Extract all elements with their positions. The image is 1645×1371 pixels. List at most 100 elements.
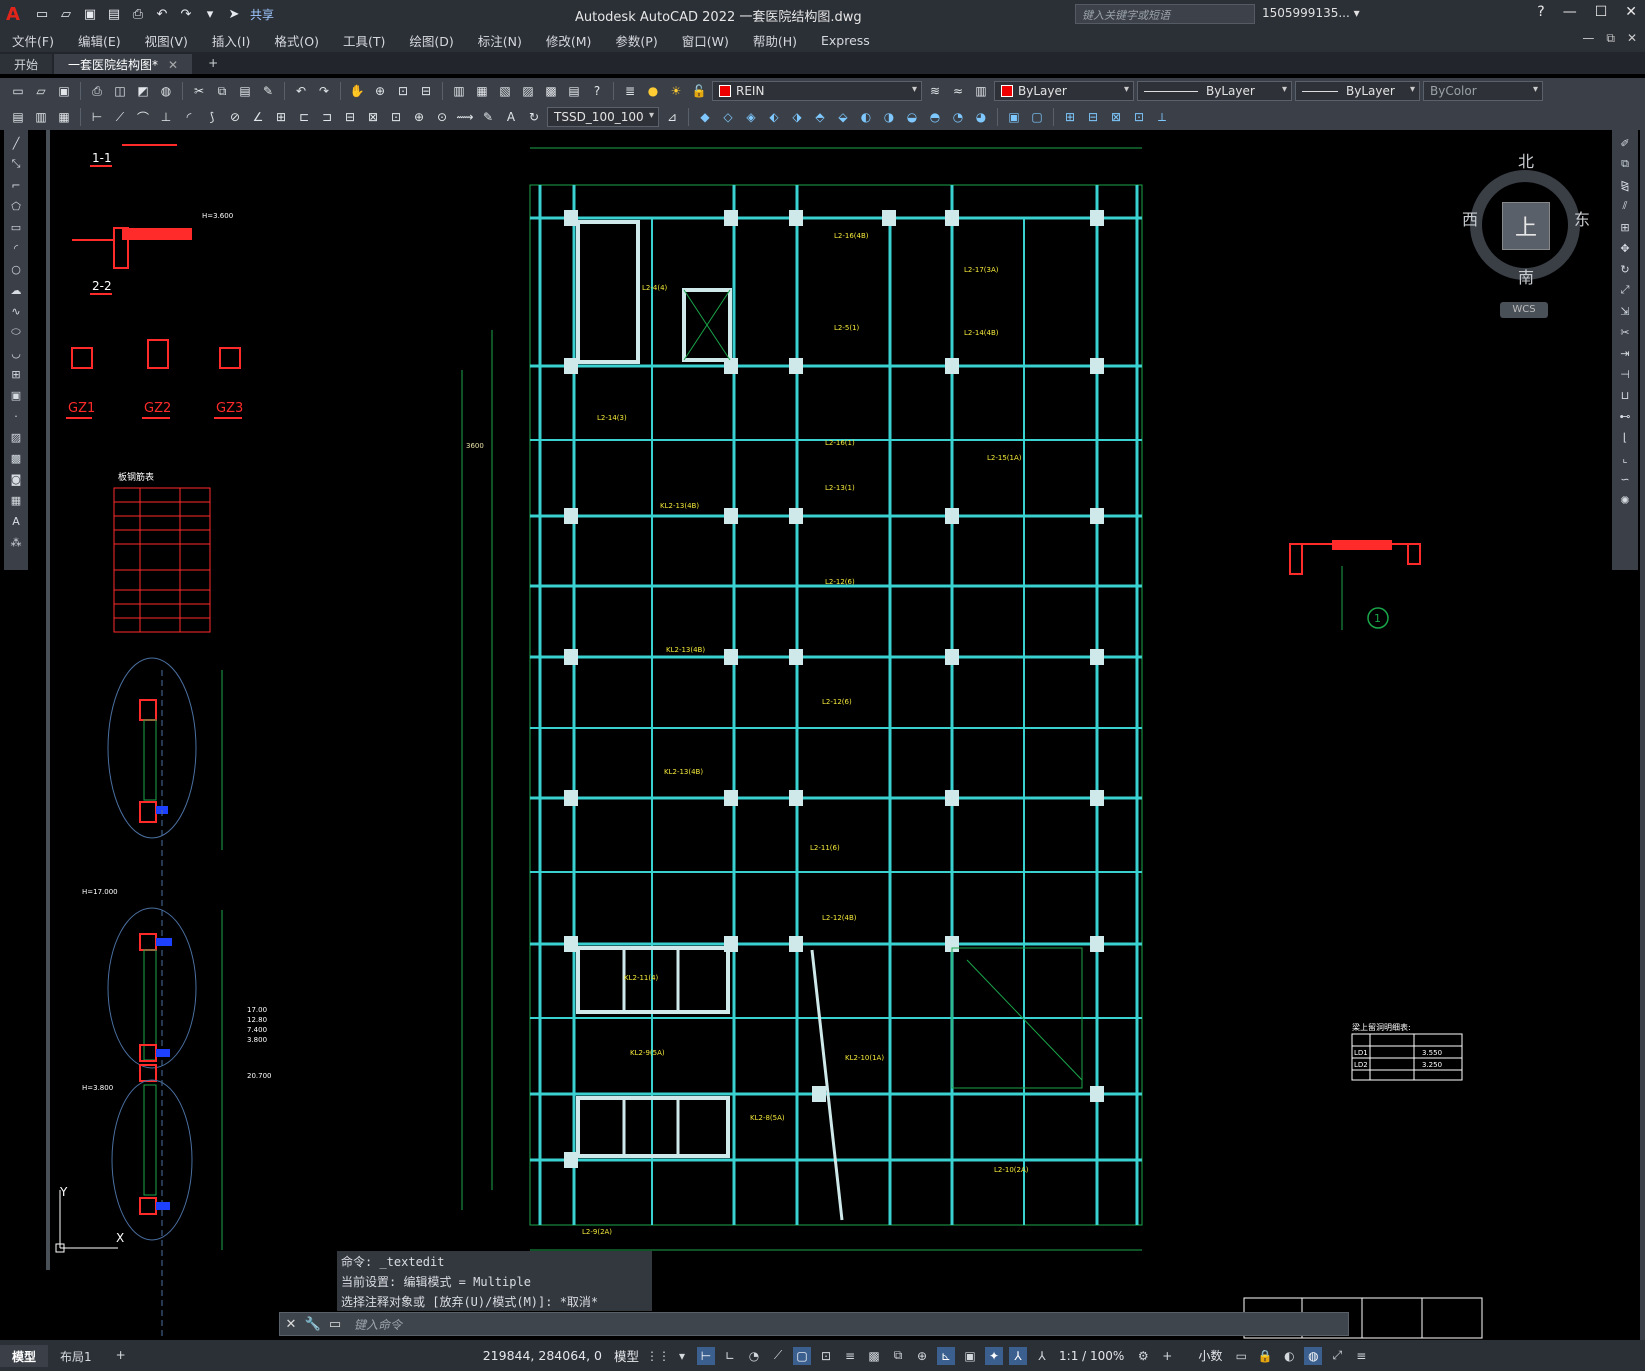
compass-east[interactable]: 东	[1574, 206, 1590, 230]
search-input[interactable]: 键入关键字或短语	[1075, 4, 1255, 24]
array-icon[interactable]: ⊞	[1616, 218, 1634, 236]
doc-close-icon[interactable]: ✕	[1627, 31, 1637, 46]
gradient-icon[interactable]: ▩	[7, 449, 25, 467]
modify-icon-10[interactable]: ◒	[902, 107, 922, 127]
layer-lock-icon[interactable]: 🔓	[689, 81, 709, 101]
transparency-icon[interactable]: ▩	[865, 1347, 883, 1365]
doc-minimize-icon[interactable]: —	[1582, 31, 1594, 46]
line-icon[interactable]: ╱	[7, 134, 25, 152]
model-space-toggle[interactable]: 模型	[614, 1346, 639, 1365]
left-scroll-strip[interactable]	[46, 130, 50, 1270]
modify-icon-15[interactable]: ▢	[1027, 107, 1047, 127]
help-button-icon[interactable]: ?	[587, 81, 607, 101]
tolerance-icon[interactable]: ⊡	[386, 107, 406, 127]
pan-icon[interactable]: ✋	[347, 81, 367, 101]
layout1-tab[interactable]: 布局1	[48, 1345, 104, 1367]
baseline-dim-icon[interactable]: ⊏	[294, 107, 314, 127]
menu-dimension[interactable]: 标注(N)	[466, 31, 534, 50]
customize-command-icon[interactable]: 🔧	[302, 1317, 324, 1332]
recent-commands-icon[interactable]: ▭	[324, 1317, 346, 1332]
menu-view[interactable]: 视图(V)	[133, 31, 200, 50]
annotation-monitor-icon[interactable]: +	[1158, 1347, 1176, 1365]
calculator-icon[interactable]: ▤	[564, 81, 584, 101]
new-tab-button[interactable]: +	[194, 54, 232, 74]
spline-icon[interactable]: ∿	[7, 302, 25, 320]
object-snap-tracking-icon[interactable]: ▢	[793, 1346, 812, 1365]
arc-icon[interactable]: ◜	[7, 239, 25, 257]
add-selected-icon[interactable]: ⁂	[7, 533, 25, 551]
clean-screen-icon[interactable]: ⤢	[1328, 1347, 1346, 1365]
layer-previous-icon[interactable]: ≈	[948, 81, 968, 101]
redo-icon[interactable]: ↷	[176, 5, 196, 23]
explode-icon[interactable]: ✺	[1616, 491, 1634, 509]
modify-icon-1[interactable]: ◆	[695, 107, 715, 127]
modify-icon-12[interactable]: ◔	[948, 107, 968, 127]
workspace-icon[interactable]: ⚙	[1134, 1347, 1152, 1365]
break-point-icon[interactable]: ⊣	[1616, 365, 1634, 383]
autocad-logo-icon[interactable]: A	[0, 1, 26, 27]
modify-icon-11[interactable]: ◓	[925, 107, 945, 127]
modify-icon-13[interactable]: ◕	[971, 107, 991, 127]
save-as-icon[interactable]: ▤	[104, 5, 124, 23]
tab-start[interactable]: 开始	[0, 54, 53, 74]
annotation-scale[interactable]: 1:1 / 100%	[1059, 1349, 1124, 1363]
restore-button[interactable]: ☐	[1595, 4, 1608, 20]
save-file-icon[interactable]: ▣	[54, 81, 74, 101]
menu-edit[interactable]: 编辑(E)	[66, 31, 133, 50]
dim-edit-icon[interactable]: ✎	[478, 107, 498, 127]
isolate-objects-icon[interactable]: ◐	[1280, 1347, 1298, 1365]
make-current-icon[interactable]: ≋	[925, 81, 945, 101]
trim-icon[interactable]: ✂	[1616, 323, 1634, 341]
polar-icon[interactable]: ◔	[745, 1347, 763, 1365]
make-block-icon[interactable]: ▣	[7, 386, 25, 404]
lineweight-icon[interactable]: ≡	[841, 1347, 859, 1365]
gizmo-icon[interactable]: ✦	[985, 1346, 1004, 1365]
copy-object-icon[interactable]: ⧉	[1616, 155, 1634, 173]
table-icon[interactable]: ▦	[7, 491, 25, 509]
blend-icon[interactable]: ∽	[1616, 470, 1634, 488]
ordinate-dim-icon[interactable]: ⊥	[156, 107, 176, 127]
ellipse-icon[interactable]: ⬭	[7, 323, 25, 341]
menu-format[interactable]: 格式(O)	[262, 31, 331, 50]
undo-button-icon[interactable]: ↶	[291, 81, 311, 101]
dimstyle-dropdown[interactable]: TSSD_100_100	[547, 107, 659, 127]
inspect-icon[interactable]: ⊙	[432, 107, 452, 127]
modify-icon-2[interactable]: ◇	[718, 107, 738, 127]
properties-icon[interactable]: ▥	[449, 81, 469, 101]
close-command-line-icon[interactable]: ✕	[280, 1317, 302, 1332]
new-file-icon[interactable]: ▭	[8, 81, 28, 101]
modify-icon-17[interactable]: ⊟	[1083, 107, 1103, 127]
arc-length-icon[interactable]: ⌒	[133, 107, 153, 127]
doc-restore-icon[interactable]: ⧉	[1606, 31, 1615, 46]
tssd-icon-2[interactable]: ▥	[31, 107, 51, 127]
modify-icon-20[interactable]: ⟂	[1152, 107, 1172, 127]
rectangle-icon[interactable]: ▭	[7, 218, 25, 236]
move-icon[interactable]: ✥	[1616, 239, 1634, 257]
redo-button-icon[interactable]: ↷	[314, 81, 334, 101]
diameter-dim-icon[interactable]: ⊘	[225, 107, 245, 127]
menu-tools[interactable]: 工具(T)	[331, 31, 397, 50]
layer-state-icon[interactable]: ▥	[971, 81, 991, 101]
auto-scale-icon[interactable]: ⅄	[1033, 1347, 1051, 1365]
open-icon[interactable]: ▱	[56, 5, 76, 23]
dim-update-icon[interactable]: ↻	[524, 107, 544, 127]
quick-properties-icon[interactable]: ▭	[1232, 1347, 1250, 1365]
rotate-icon[interactable]: ↻	[1616, 260, 1634, 278]
menu-modify[interactable]: 修改(M)	[534, 31, 604, 50]
publish-icon[interactable]: ◩	[133, 81, 153, 101]
point-icon[interactable]: ·	[7, 407, 25, 425]
zoom-window-icon[interactable]: ⊡	[393, 81, 413, 101]
scale-icon[interactable]: ⤢	[1616, 281, 1634, 299]
radius-dim-icon[interactable]: ◜	[179, 107, 199, 127]
modify-icon-9[interactable]: ◑	[879, 107, 899, 127]
aligned-dim-icon[interactable]: ⟋	[110, 107, 130, 127]
help-icon[interactable]: ?	[1537, 4, 1544, 20]
modify-icon-5[interactable]: ⬗	[787, 107, 807, 127]
ortho-icon[interactable]: ∟	[721, 1347, 739, 1365]
markup-icon[interactable]: ▩	[541, 81, 561, 101]
infer-constraints-icon[interactable]: ⊢	[697, 1346, 716, 1365]
angular-dim-icon[interactable]: ∠	[248, 107, 268, 127]
share-icon[interactable]: ➤	[224, 5, 244, 23]
menu-window[interactable]: 窗口(W)	[670, 31, 741, 50]
mtext-icon[interactable]: A	[7, 512, 25, 530]
